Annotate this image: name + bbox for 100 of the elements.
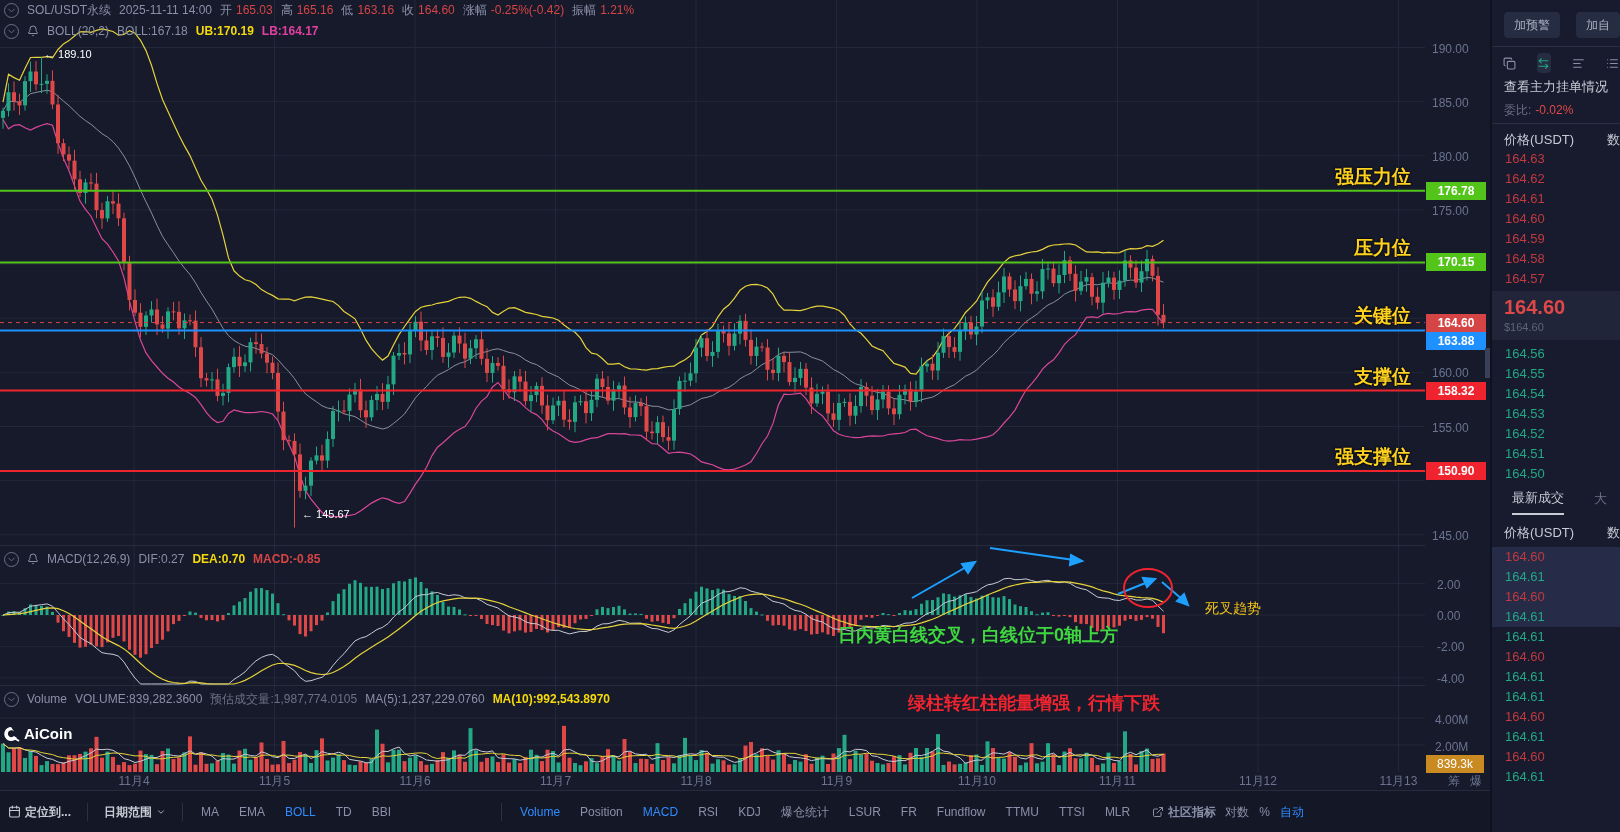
indicator-value: BOLL:167.18	[117, 23, 188, 40]
trade-price: 164.61	[1492, 606, 1620, 627]
indicator-tab[interactable]: LSUR	[838, 802, 891, 821]
volume-tag: 839.3k	[1426, 754, 1484, 773]
indicator-tab[interactable]: TD	[325, 802, 362, 821]
indicator-tab[interactable]: BBI	[361, 802, 402, 821]
axis-toggle[interactable]: 筹	[1448, 772, 1460, 790]
stat-label: 振幅	[572, 2, 597, 19]
ask-price: 164.63	[1504, 150, 1546, 168]
alert-bell-icon[interactable]	[27, 25, 39, 37]
indicator-tab[interactable]: Position	[570, 802, 633, 821]
current-price-tag: 164.60	[1426, 313, 1486, 332]
trade-price: 164.61	[1492, 566, 1620, 587]
trade-price: 164.60	[1492, 586, 1620, 607]
stat-label: 收	[402, 2, 415, 19]
last-price-usd: $164.60	[1504, 320, 1545, 335]
scale-option[interactable]: 自动	[1274, 802, 1309, 821]
scale-option[interactable]: %	[1254, 802, 1275, 821]
stat-value: 165.03	[236, 2, 273, 19]
price-tag: 170.15	[1426, 253, 1486, 272]
community-indicators-button[interactable]: 社区指标	[1148, 802, 1221, 821]
panel-button[interactable]: 加预警	[1504, 12, 1560, 38]
order-book-view-icon[interactable]	[1536, 53, 1551, 73]
ratio-value: -0.02%	[1535, 101, 1574, 119]
x-axis-label: 11月8	[680, 773, 712, 790]
indicator-tab[interactable]: MACD	[632, 802, 689, 821]
y-axis-label: 4.00M	[1435, 712, 1469, 729]
alert-bell-icon[interactable]	[27, 553, 39, 565]
indicator-value: MACD:-0.85	[253, 551, 321, 568]
ask-price: 164.61	[1504, 190, 1546, 208]
date-range-button[interactable]: 日期范围	[96, 802, 174, 821]
indicator-value: MA(5):1,237,229.0760	[365, 691, 485, 708]
indicator-tab[interactable]: TTMU	[995, 802, 1049, 821]
level-label: 强支撑位	[1335, 446, 1411, 466]
y-axis-label: 185.00	[1432, 94, 1469, 112]
depth-title: 查看主力挂单情况	[1503, 78, 1609, 96]
bid-price: 164.53	[1504, 404, 1546, 423]
y-axis-label: 175.00	[1432, 202, 1469, 220]
indicator-tab[interactable]: BOLL	[275, 802, 326, 821]
axis-toggle[interactable]: 爆	[1470, 772, 1482, 790]
panel-expand-handle[interactable]	[1485, 348, 1490, 378]
price-tag: 158.32	[1426, 381, 1486, 400]
level-label: 强压力位	[1335, 166, 1411, 186]
indicator-tab[interactable]: MA	[191, 802, 229, 821]
bar-time: 2025-11-11 14:00	[119, 2, 212, 19]
stat-value: 1.21%	[600, 2, 635, 19]
indicator-value: DIF:0.27	[138, 551, 185, 568]
stat-value: 165.16	[296, 2, 334, 19]
indicator-tab[interactable]: KDJ	[728, 802, 771, 821]
indicator-tab[interactable]: Fundflow	[926, 802, 996, 821]
trade-price: 164.60	[1492, 546, 1620, 567]
x-axis-label: 11月11	[1099, 773, 1136, 790]
ask-price: 164.62	[1504, 170, 1546, 188]
panel-button[interactable]: 加自	[1576, 12, 1620, 38]
y-axis-label: 190.00	[1432, 40, 1469, 58]
indicator-value: 预估成交量:1,987,774.0105	[210, 691, 358, 708]
x-axis-label: 11月4	[118, 773, 150, 790]
external-link-icon	[1152, 805, 1165, 818]
indicator-tab[interactable]: Volume	[510, 802, 571, 821]
scale-option[interactable]: 对数	[1220, 802, 1255, 821]
aicoin-logo: AiCoin	[2, 722, 73, 745]
column-header: 数	[1607, 130, 1620, 149]
bid-price: 164.54	[1504, 384, 1546, 403]
y-axis-label: 2.00M	[1435, 739, 1469, 756]
highlight-circle	[1123, 568, 1173, 608]
trend-arrow	[1161, 581, 1190, 607]
stat-label: 涨幅	[462, 2, 487, 19]
y-axis-label: 160.00	[1432, 365, 1469, 383]
y-axis-label: -2.00	[1437, 639, 1465, 657]
bid-price: 164.51	[1504, 444, 1546, 463]
locate-button[interactable]: 定位到...	[0, 802, 79, 821]
trend-arrow	[911, 560, 978, 599]
x-axis-label: 11月9	[820, 773, 853, 790]
stat-label: 高	[280, 2, 293, 19]
indicator-tab[interactable]: 爆仓统计	[770, 802, 839, 821]
indicator-tab[interactable]: TTSI	[1048, 802, 1095, 821]
indicator-tab[interactable]: RSI	[688, 802, 729, 821]
bid-price: 164.52	[1504, 424, 1546, 443]
indicator-value: MA(10):992,543.8970	[492, 691, 611, 708]
indicator-tab[interactable]: EMA	[229, 802, 276, 821]
stat-value: 164.60	[418, 2, 455, 19]
stat-value: 163.16	[357, 2, 395, 19]
trade-tab[interactable]: 最新成交	[1512, 487, 1564, 515]
price-tag: 150.90	[1426, 461, 1486, 480]
chart-annotation: 日内黄白线交叉，白线位于0轴上方	[838, 624, 1118, 647]
x-axis-label: 11月13	[1379, 773, 1418, 790]
indicator-tab[interactable]: MLR	[1094, 802, 1141, 821]
ratio-label: 委比:	[1504, 101, 1532, 119]
trade-tab[interactable]: 大	[1594, 487, 1607, 515]
y-axis-label: 145.00	[1432, 527, 1469, 545]
chart-annotation: 死叉趋势	[1205, 599, 1261, 618]
ask-price: 164.60	[1504, 210, 1546, 228]
x-axis-label: 11月12	[1239, 773, 1277, 790]
y-axis-label: 0.00	[1437, 608, 1461, 625]
ask-price: 164.58	[1504, 250, 1546, 268]
column-header: 数	[1607, 524, 1620, 542]
stat-label: 开	[220, 2, 232, 19]
calendar-icon	[8, 805, 21, 818]
x-axis-label: 11月6	[399, 773, 431, 790]
indicator-tab[interactable]: FR	[890, 802, 927, 821]
